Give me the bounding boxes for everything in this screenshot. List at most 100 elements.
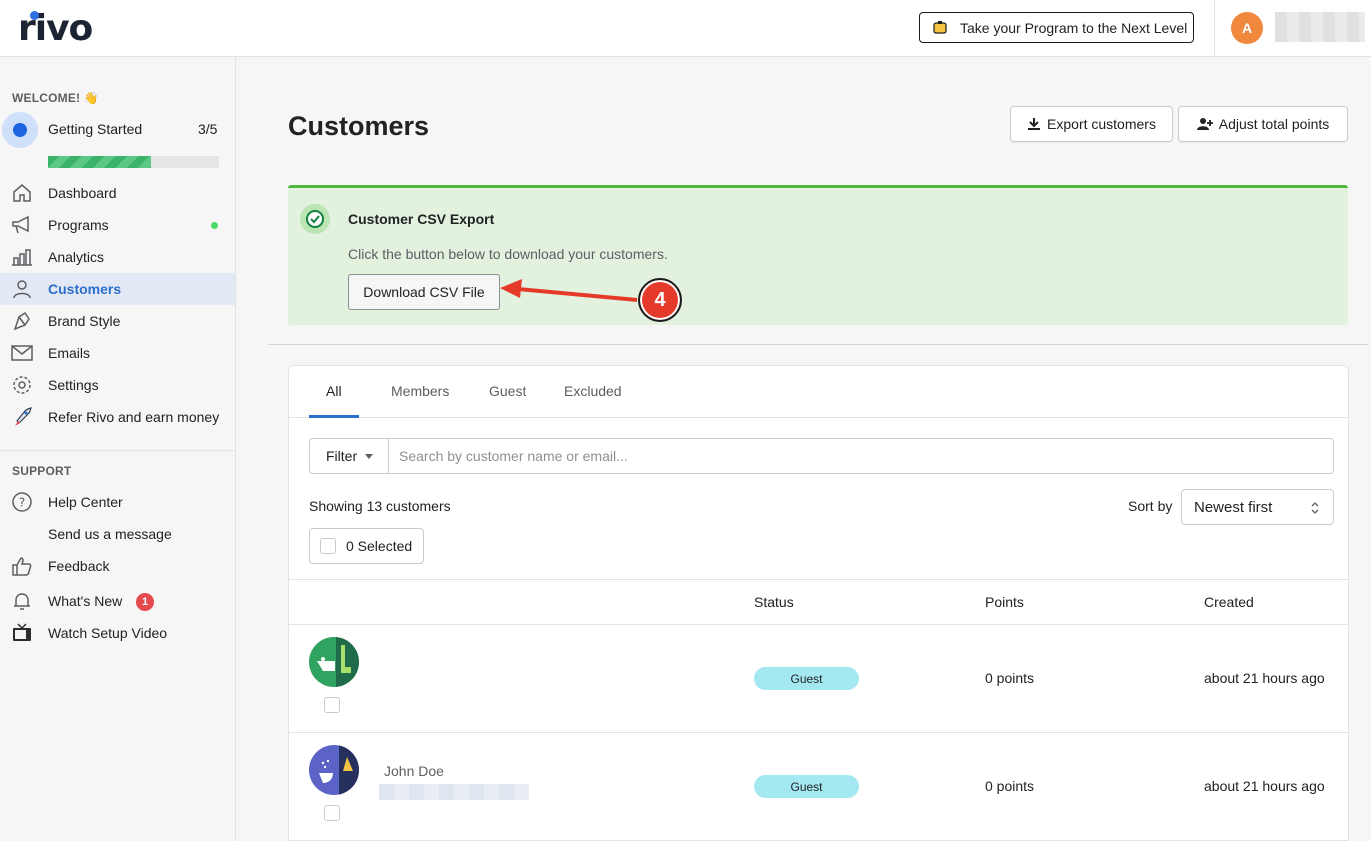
download-icon: [1028, 118, 1041, 130]
column-points[interactable]: Points: [985, 594, 1024, 610]
tab-guest[interactable]: Guest: [489, 383, 526, 399]
top-bar: rivo Take your Program to the Next Level…: [0, 0, 1371, 57]
getting-started-dot: [13, 123, 27, 137]
tv-icon: [11, 623, 33, 643]
export-customers-button[interactable]: Export customers: [1010, 106, 1173, 142]
csv-export-banner: Customer CSV Export Click the button bel…: [288, 185, 1348, 325]
progress-fill: [48, 156, 151, 168]
sidebar: WELCOME! 👋 Getting Started 3/5 Dashboard…: [0, 57, 236, 841]
getting-started-count: 3/5: [198, 121, 218, 137]
adjust-points-button[interactable]: Adjust total points: [1178, 106, 1348, 142]
welcome-heading: WELCOME! 👋: [12, 91, 99, 105]
active-tab-indicator: [309, 415, 359, 418]
promo-label: Take your Program to the Next Level: [960, 19, 1188, 36]
sidebar-item-label: Settings: [48, 377, 99, 393]
status-badge: Guest: [754, 775, 859, 798]
trophy-icon: [932, 20, 948, 36]
status-dot: [211, 222, 218, 229]
download-csv-button[interactable]: Download CSV File: [348, 274, 500, 310]
customer-count: Showing 13 customers: [309, 498, 451, 514]
sidebar-item-label: Customers: [48, 281, 122, 297]
caret-down-icon: [365, 453, 374, 459]
sidebar-item-dashboard[interactable]: Dashboard: [0, 177, 235, 209]
header-divider: [1214, 0, 1215, 56]
success-check-icon: [300, 204, 330, 234]
gear-icon: [11, 375, 33, 395]
section-divider: [268, 344, 1368, 345]
sidebar-item-customers[interactable]: Customers: [0, 273, 235, 305]
select-arrows-icon: [1311, 502, 1319, 514]
customer-email-redacted: [379, 784, 529, 800]
thumbs-up-icon: [11, 556, 33, 576]
sidebar-item-label: Help Center: [48, 494, 123, 510]
sidebar-item-emails[interactable]: Emails: [0, 337, 235, 369]
add-user-icon: [1196, 118, 1213, 130]
table-row[interactable]: Guest 0 points about 21 hours ago: [289, 625, 1348, 733]
export-label: Export customers: [1047, 116, 1156, 132]
notification-badge: 1: [136, 593, 154, 611]
row-checkbox[interactable]: [324, 805, 340, 821]
sidebar-item-label: Programs: [48, 217, 109, 233]
selected-count: 0 Selected: [346, 538, 413, 554]
filter-button[interactable]: Filter: [309, 438, 389, 474]
points-value: 0 points: [985, 670, 1035, 686]
rocket-icon: [11, 407, 33, 427]
table-row[interactable]: John Doe Guest 0 points about 21 hours a…: [289, 733, 1348, 840]
brush-icon: [11, 311, 33, 331]
sidebar-item-label: What's New: [48, 593, 123, 609]
sidebar-item-label: Watch Setup Video: [48, 625, 168, 641]
sidebar-item-send-message[interactable]: Send us a message: [0, 518, 235, 550]
page-title: Customers: [288, 111, 430, 141]
sidebar-item-setup-video[interactable]: Watch Setup Video: [0, 617, 235, 649]
sidebar-item-label: Refer Rivo and earn money: [48, 409, 220, 425]
getting-started-label[interactable]: Getting Started: [48, 121, 142, 137]
select-all-checkbox[interactable]: [320, 538, 336, 554]
tab-excluded[interactable]: Excluded: [564, 383, 622, 399]
column-created[interactable]: Created: [1204, 594, 1254, 610]
sidebar-item-label: Emails: [48, 345, 91, 361]
row-checkbox[interactable]: [324, 697, 340, 713]
bar-chart-icon: [11, 247, 33, 267]
status-badge: Guest: [754, 667, 859, 690]
sidebar-item-label: Feedback: [48, 558, 110, 574]
customer-name[interactable]: John Doe: [384, 763, 444, 779]
question-icon: ?: [11, 492, 33, 512]
sidebar-item-whats-new[interactable]: What's New 1: [0, 585, 235, 617]
sidebar-item-feedback[interactable]: Feedback: [0, 550, 235, 582]
tab-all[interactable]: All: [326, 383, 342, 399]
svg-text:?: ?: [19, 496, 25, 510]
sidebar-divider: [0, 450, 235, 451]
home-icon: [11, 183, 33, 203]
user-avatar[interactable]: A: [1231, 12, 1263, 44]
person-icon: [11, 279, 33, 299]
sidebar-item-analytics[interactable]: Analytics: [0, 241, 235, 273]
created-value: about 21 hours ago: [1204, 670, 1325, 686]
sidebar-item-programs[interactable]: Programs: [0, 209, 235, 241]
sort-label: Sort by: [1128, 498, 1173, 514]
bulk-select-button[interactable]: 0 Selected: [309, 528, 424, 564]
adjust-label: Adjust total points: [1218, 116, 1330, 132]
sort-value: Newest first: [1194, 498, 1273, 516]
banner-title: Customer CSV Export: [348, 211, 495, 227]
annotation-step-badge: 4: [638, 278, 682, 322]
created-value: about 21 hours ago: [1204, 778, 1325, 794]
sidebar-item-help-center[interactable]: ? Help Center: [0, 486, 235, 518]
sidebar-item-label: Send us a message: [48, 526, 172, 542]
sidebar-item-label: Dashboard: [48, 185, 117, 201]
column-status[interactable]: Status: [754, 594, 794, 610]
customer-avatar: [309, 745, 359, 795]
tab-bar: All Members Guest Excluded: [289, 366, 1348, 418]
banner-text: Click the button below to download your …: [348, 246, 668, 262]
sidebar-item-label: Brand Style: [48, 313, 121, 329]
search-input[interactable]: [388, 438, 1334, 474]
sidebar-item-label: Analytics: [48, 249, 105, 265]
sidebar-item-settings[interactable]: Settings: [0, 369, 235, 401]
sidebar-item-brand-style[interactable]: Brand Style: [0, 305, 235, 337]
user-name-redacted[interactable]: [1275, 12, 1365, 42]
tab-members[interactable]: Members: [391, 383, 449, 399]
sort-select[interactable]: Newest first: [1181, 489, 1334, 525]
table-header: Status Points Created: [289, 579, 1348, 625]
sidebar-item-refer[interactable]: Refer Rivo and earn money: [0, 401, 235, 433]
promo-button[interactable]: Take your Program to the Next Level: [919, 12, 1194, 43]
megaphone-icon: [11, 215, 33, 235]
